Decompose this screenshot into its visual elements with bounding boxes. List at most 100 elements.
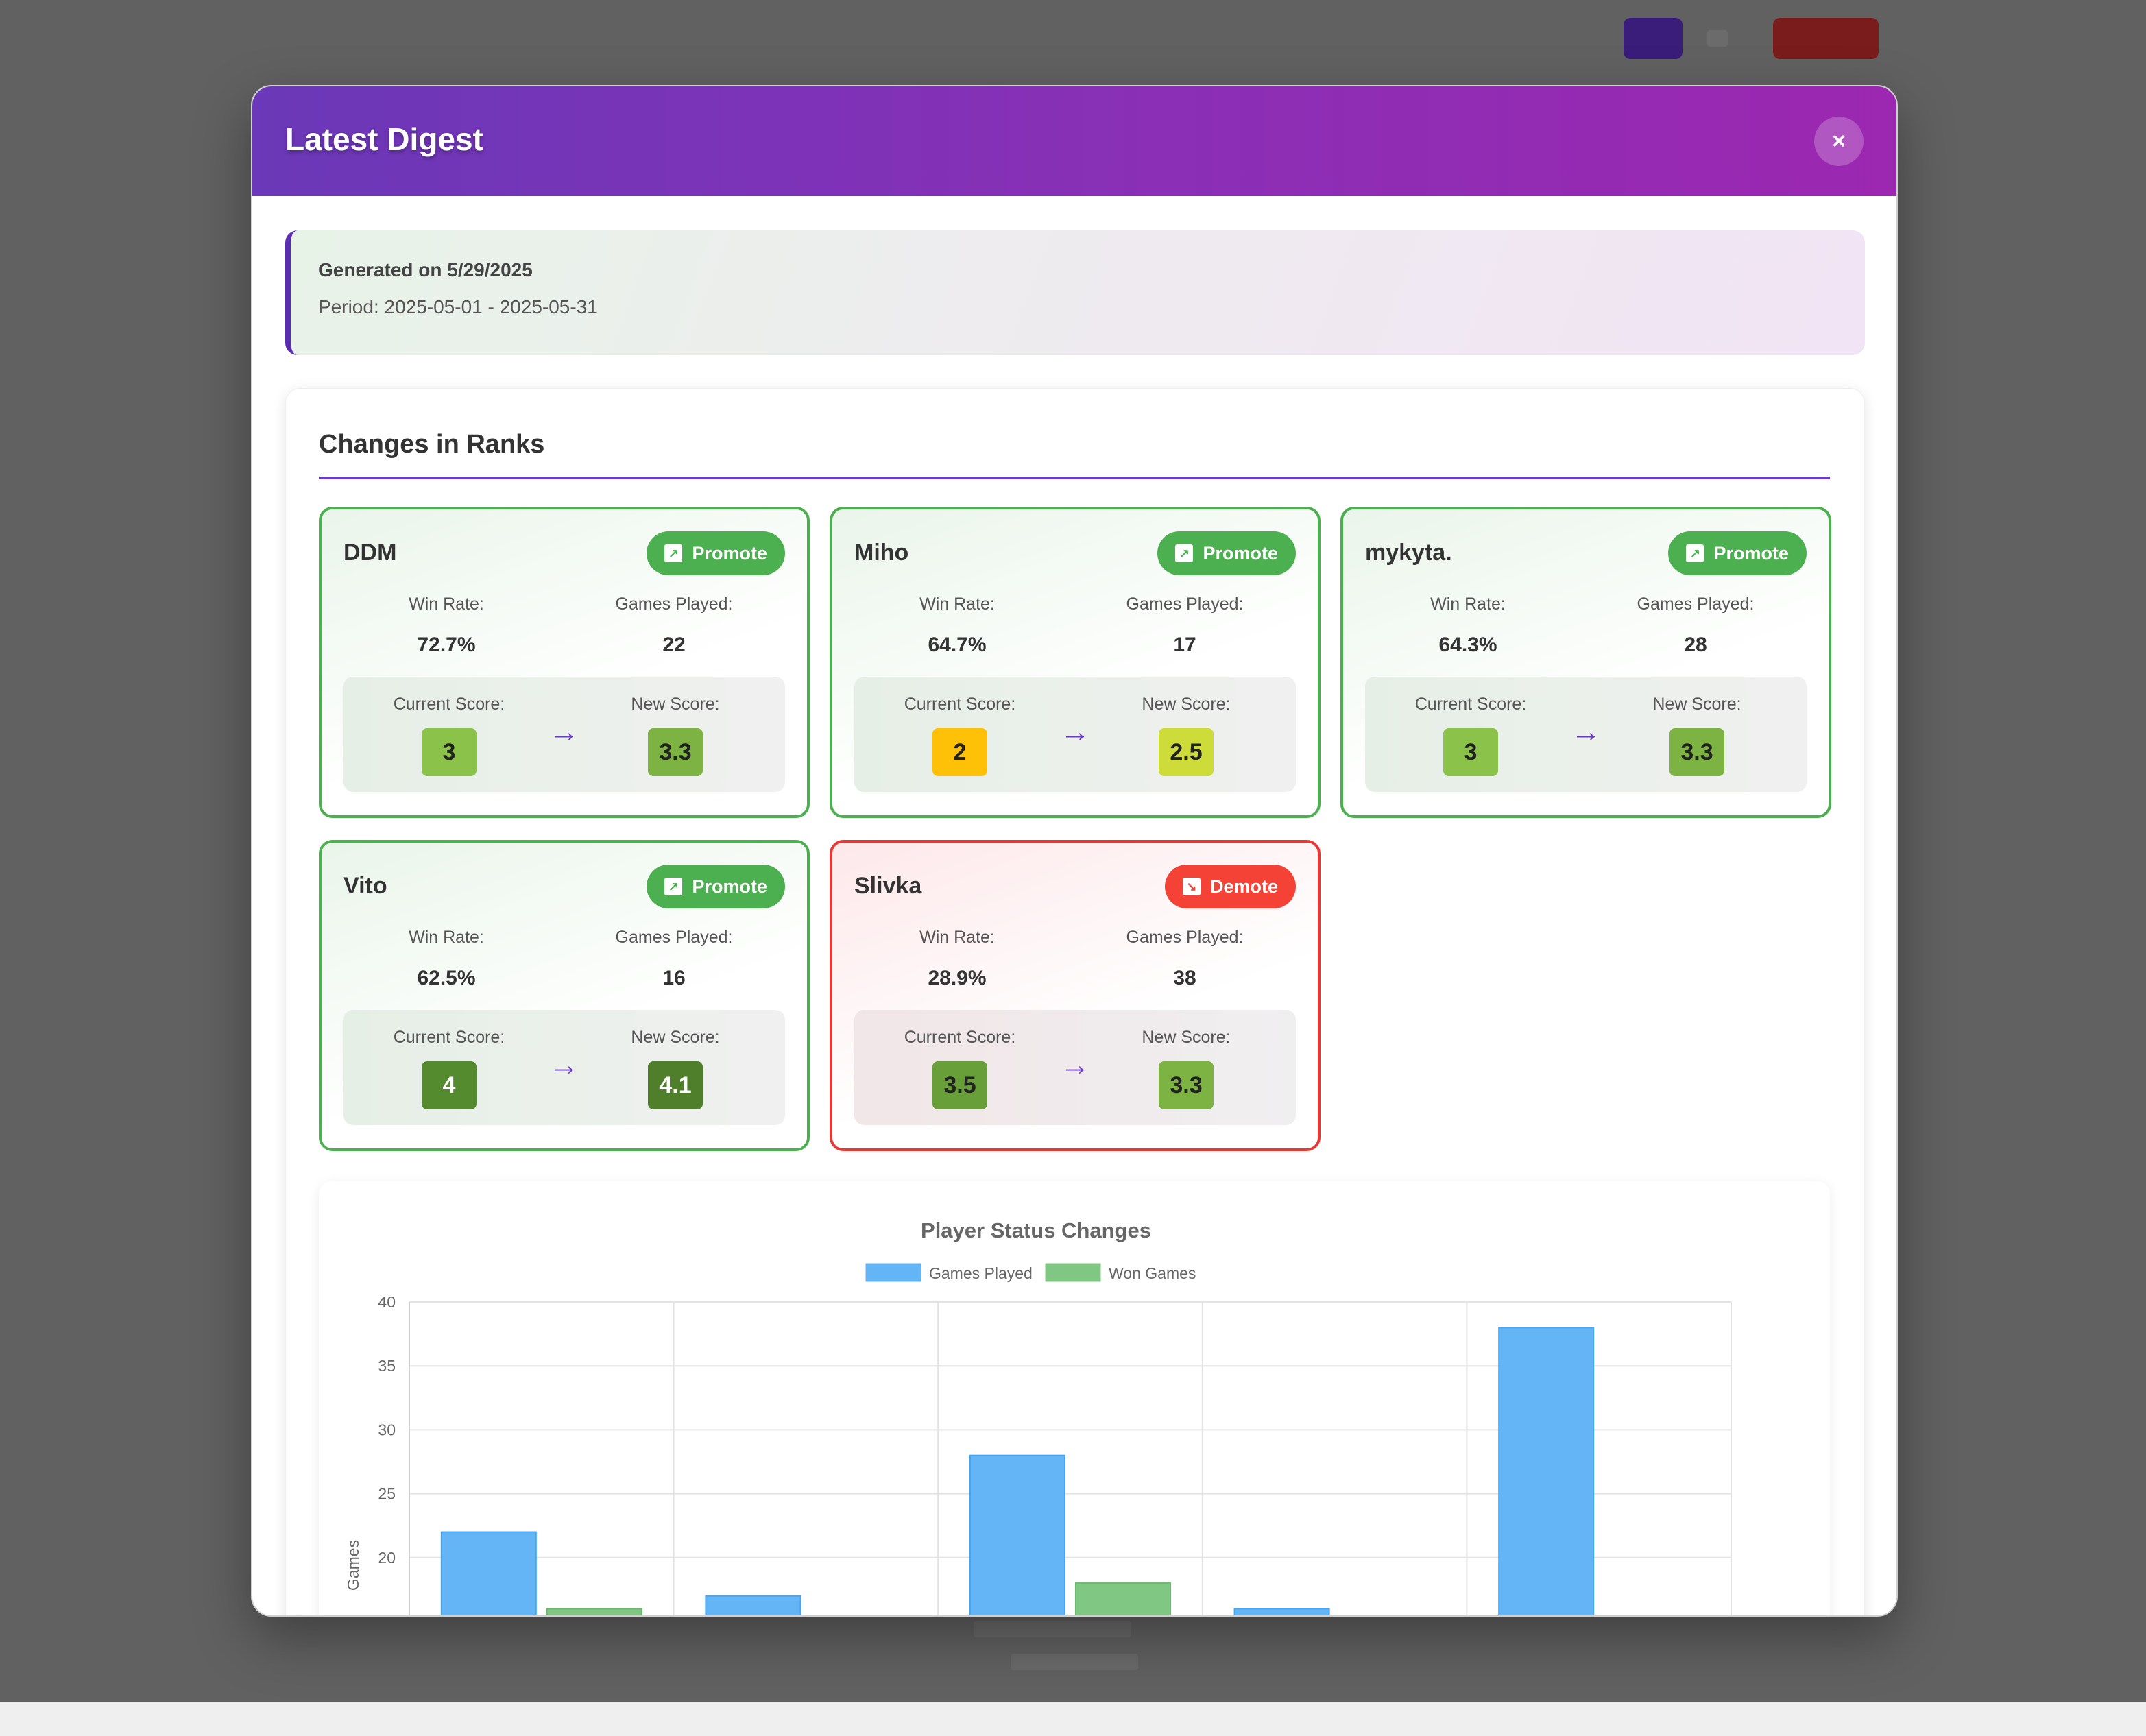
current-score: Current Score: 3 bbox=[367, 695, 531, 776]
score-change-box: Current Score: 3 → New Score: 3.3 bbox=[343, 677, 785, 792]
promote-badge: ↗ Promote bbox=[647, 865, 785, 908]
badge-label: Promote bbox=[692, 876, 767, 897]
win-rate-label: Win Rate: bbox=[409, 594, 484, 614]
win-rate-stat: Win Rate: 62.5% bbox=[343, 928, 549, 990]
games-played-label: Games Played: bbox=[1126, 928, 1244, 947]
new-score-label: New Score: bbox=[1652, 695, 1741, 714]
y-tick-label: 35 bbox=[378, 1357, 396, 1375]
current-score: Current Score: 3 bbox=[1388, 695, 1553, 776]
win-rate-value: 64.3% bbox=[1438, 634, 1497, 656]
current-score: Current Score: 2 bbox=[878, 695, 1042, 776]
close-button[interactable]: × bbox=[1814, 117, 1864, 166]
arrow-right-icon: → bbox=[549, 715, 579, 749]
new-score-value: 4.1 bbox=[648, 1061, 703, 1109]
win-rate-label: Win Rate: bbox=[919, 928, 995, 947]
player-name: Miho bbox=[854, 540, 909, 566]
rank-changes-section: Changes in Ranks DDM ↗ Promote Win Rate:… bbox=[285, 388, 1865, 1615]
background-icon bbox=[1707, 30, 1728, 47]
score-change-box: Current Score: 4 → New Score: 4.1 bbox=[343, 1010, 785, 1125]
chart-up-icon: ↗ bbox=[1175, 544, 1194, 562]
background-button bbox=[1773, 18, 1879, 59]
y-axis-label: Games bbox=[344, 1540, 362, 1591]
section-divider bbox=[319, 477, 1830, 479]
win-rate-value: 28.9% bbox=[928, 967, 987, 989]
section-title: Changes in Ranks bbox=[319, 430, 545, 459]
current-score: Current Score: 4 bbox=[367, 1028, 531, 1109]
score-change-box: Current Score: 3.5 → New Score: 3.3 bbox=[854, 1010, 1296, 1125]
new-score-label: New Score: bbox=[631, 695, 720, 714]
current-score-label: Current Score: bbox=[904, 695, 1016, 714]
page-footer-strip bbox=[0, 1702, 2146, 1736]
legend-swatch bbox=[865, 1263, 921, 1282]
badge-label: Promote bbox=[1203, 542, 1278, 564]
promote-badge: ↗ Promote bbox=[1668, 531, 1807, 575]
games-played-label: Games Played: bbox=[615, 928, 733, 947]
current-score-value: 3 bbox=[422, 728, 477, 776]
y-tick-label: 30 bbox=[378, 1421, 396, 1438]
player-status-chart: Player Status Changes Games Played Won Ga… bbox=[319, 1181, 1830, 1615]
rank-card: Vito ↗ Promote Win Rate: 62.5% Games Pla… bbox=[319, 840, 810, 1151]
arrow-right-icon: → bbox=[1571, 715, 1601, 749]
new-score-value: 3.3 bbox=[648, 728, 703, 776]
new-score: New Score: 2.5 bbox=[1104, 695, 1268, 776]
win-rate-value: 62.5% bbox=[417, 967, 476, 989]
badge-label: Demote bbox=[1209, 876, 1278, 897]
bar-games-played bbox=[969, 1454, 1065, 1615]
chart-up-icon: ↗ bbox=[1686, 544, 1704, 562]
win-rate-stat: Win Rate: 64.3% bbox=[1365, 594, 1571, 657]
new-score-label: New Score: bbox=[1142, 1028, 1231, 1047]
chart-title: Player Status Changes bbox=[921, 1218, 1151, 1242]
current-score-label: Current Score: bbox=[393, 1028, 505, 1047]
rank-card: mykyta. ↗ Promote Win Rate: 64.3% Games … bbox=[1340, 507, 1831, 818]
games-played-value: 38 bbox=[1173, 967, 1196, 989]
new-score-label: New Score: bbox=[1142, 695, 1231, 714]
bar-games-played bbox=[705, 1595, 801, 1615]
generated-date: Generated on 5/29/2025 bbox=[318, 259, 533, 280]
win-rate-stat: Win Rate: 72.7% bbox=[343, 594, 549, 657]
win-rate-stat: Win Rate: 28.9% bbox=[854, 928, 1060, 990]
legend-swatch bbox=[1045, 1263, 1101, 1282]
win-rate-label: Win Rate: bbox=[1430, 594, 1506, 614]
chart-up-icon: ↗ bbox=[664, 878, 683, 895]
bar-games-played bbox=[1233, 1608, 1330, 1615]
new-score-value: 3.3 bbox=[1159, 1061, 1214, 1109]
games-played-label: Games Played: bbox=[615, 594, 733, 614]
arrow-right-icon: → bbox=[1060, 715, 1090, 749]
games-played-label: Games Played: bbox=[1637, 594, 1755, 614]
score-change-box: Current Score: 3 → New Score: 3.3 bbox=[1365, 677, 1807, 792]
bar-games-played bbox=[1498, 1327, 1595, 1615]
promote-badge: ↗ Promote bbox=[647, 531, 785, 575]
close-icon: × bbox=[1832, 128, 1846, 154]
badge-label: Promote bbox=[1713, 542, 1789, 564]
games-played-stat: Games Played: 22 bbox=[571, 594, 777, 657]
y-tick-label: 25 bbox=[378, 1485, 396, 1503]
legend-label: Won Games bbox=[1109, 1264, 1196, 1282]
new-score: New Score: 3.3 bbox=[593, 695, 758, 776]
current-score-label: Current Score: bbox=[1414, 695, 1527, 714]
new-score-value: 2.5 bbox=[1159, 728, 1214, 776]
player-name: DDM bbox=[343, 540, 397, 566]
games-played-stat: Games Played: 16 bbox=[571, 928, 777, 990]
chart-down-icon: ↘ bbox=[1182, 878, 1201, 895]
games-played-value: 22 bbox=[662, 634, 686, 656]
modal-header: Latest Digest × bbox=[252, 86, 1896, 196]
current-score-value: 4 bbox=[422, 1061, 477, 1109]
background-text bbox=[974, 1621, 1131, 1637]
games-played-stat: Games Played: 38 bbox=[1082, 928, 1288, 990]
bar-won-games bbox=[546, 1608, 642, 1615]
arrow-right-icon: → bbox=[549, 1048, 579, 1082]
y-tick-label: 40 bbox=[378, 1293, 396, 1311]
games-played-value: 17 bbox=[1173, 634, 1196, 656]
background-text bbox=[1011, 1654, 1138, 1670]
rank-card: Slivka ↘ Demote Win Rate: 28.9% Games Pl… bbox=[830, 840, 1321, 1151]
new-score-label: New Score: bbox=[631, 1028, 720, 1047]
player-name: Slivka bbox=[854, 873, 922, 899]
arrow-right-icon: → bbox=[1060, 1048, 1090, 1082]
games-played-label: Games Played: bbox=[1126, 594, 1244, 614]
chart-up-icon: ↗ bbox=[664, 544, 683, 562]
modal-title: Latest Digest bbox=[285, 121, 483, 157]
win-rate-label: Win Rate: bbox=[409, 928, 484, 947]
games-played-stat: Games Played: 28 bbox=[1593, 594, 1798, 657]
chart-svg: Player Status Changes Games Played Won Ga… bbox=[344, 1218, 1732, 1615]
current-score-label: Current Score: bbox=[393, 695, 505, 714]
